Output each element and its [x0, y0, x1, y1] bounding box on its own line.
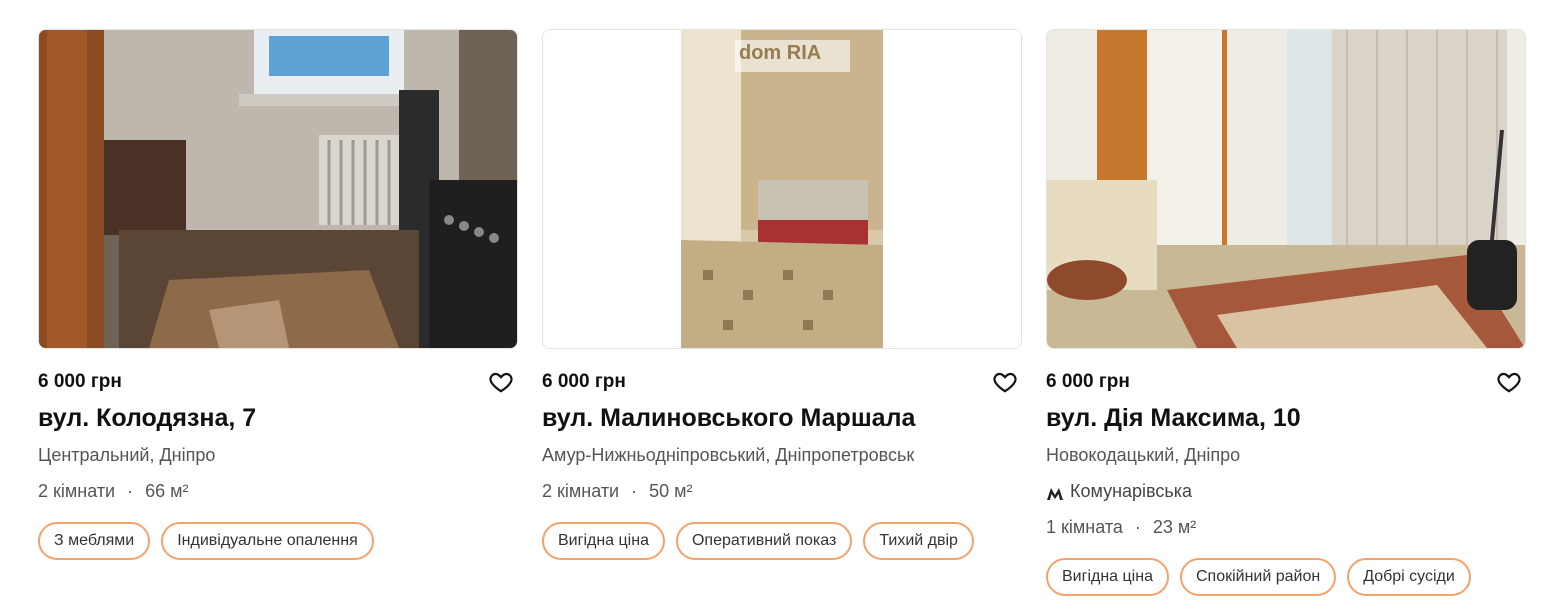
- area: 66 м²: [145, 481, 189, 501]
- price-row: 6 000 грн: [38, 371, 518, 395]
- tag-list: З меблями Індивідуальне опалення: [38, 522, 518, 560]
- tag[interactable]: З меблями: [38, 522, 151, 560]
- listing-meta: 1 кімната · 23 м²: [1046, 516, 1526, 538]
- area: 23 м²: [1152, 517, 1197, 537]
- listing-district: Новокодацький, Дніпро: [1046, 445, 1241, 465]
- tag[interactable]: Добрі сусіди: [1347, 558, 1471, 596]
- listing-street[interactable]: вул. Колодязна, 7: [38, 403, 518, 433]
- area: 50 м²: [649, 481, 693, 501]
- listing-street[interactable]: вул. Малиновського Маршала: [542, 403, 1022, 433]
- heart-outline-icon[interactable]: [488, 369, 514, 395]
- metro-station: Комунарівська: [1070, 481, 1193, 501]
- listing-meta: 2 кімнати · 66 м²: [38, 480, 518, 502]
- tag-list: Вигідна ціна Оперативний показ Тихий дві…: [542, 522, 1022, 560]
- listings-grid: 6 000 грн вул. Колодязна, 7 Центральний,…: [0, 0, 1545, 615]
- listing-metro: Комунарівська: [1046, 480, 1526, 502]
- rooms: 2 кімнати: [38, 481, 116, 501]
- price: 6 000 грн: [1046, 371, 1130, 392]
- listing-district: Центральний, Дніпро: [38, 445, 216, 465]
- price: 6 000 грн: [38, 371, 122, 392]
- rooms: 1 кімната: [1046, 517, 1123, 537]
- listing-district: Амур-Нижньодніпровський, Дніпропетровськ: [542, 445, 915, 465]
- listing-photo[interactable]: [1046, 29, 1526, 349]
- tag-list: Вигідна ціна Спокійний район Добрі сусід…: [1046, 558, 1526, 596]
- price-row: 6 000 грн: [1046, 371, 1526, 395]
- separator-dot: ·: [1134, 517, 1141, 537]
- tag[interactable]: Тихий двір: [863, 522, 974, 560]
- tag[interactable]: Оперативний показ: [675, 522, 853, 560]
- listing-card[interactable]: 6 000 грн вул. Колодязна, 7 Центральний,…: [38, 29, 518, 560]
- tag[interactable]: Вигідна ціна: [1046, 558, 1169, 596]
- listing-card[interactable]: dom RIA 6 000 грн вул. Малиновського Мар…: [542, 29, 1022, 560]
- listing-card[interactable]: 6 000 грн вул. Дія Максима, 10 Новокодац…: [1046, 29, 1526, 596]
- tag[interactable]: Індивідуальне опалення: [161, 522, 374, 560]
- price: 6 000 грн: [542, 371, 626, 392]
- photo-watermark: dom RIA: [739, 42, 822, 64]
- listing-meta: 2 кімнати · 50 м²: [542, 480, 1022, 502]
- tag[interactable]: Вигідна ціна: [542, 522, 665, 560]
- tag[interactable]: Спокійний район: [1179, 558, 1337, 596]
- separator-dot: ·: [631, 481, 638, 501]
- price-row: 6 000 грн: [542, 371, 1022, 395]
- rooms: 2 кімнати: [542, 481, 620, 501]
- listing-street[interactable]: вул. Дія Максима, 10: [1046, 403, 1526, 433]
- separator-dot: ·: [127, 481, 134, 501]
- listing-photo[interactable]: [38, 29, 518, 349]
- metro-icon: [1046, 484, 1064, 500]
- heart-outline-icon[interactable]: [1496, 369, 1522, 395]
- heart-outline-icon[interactable]: [992, 369, 1018, 395]
- listing-photo[interactable]: dom RIA: [542, 29, 1022, 349]
